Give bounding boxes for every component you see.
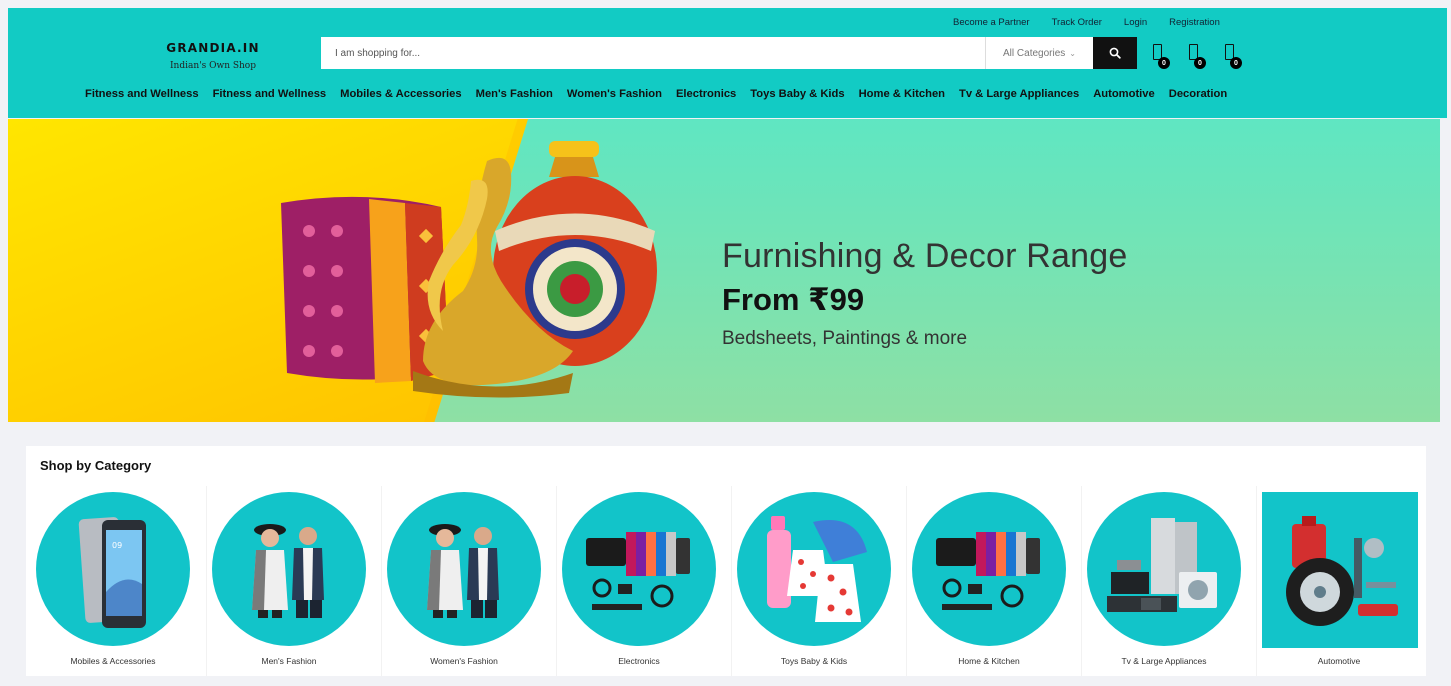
category-card-tv-large-appliances[interactable]: Tv & Large Appliances bbox=[1077, 492, 1247, 672]
top-links: Become a Partner Track Order Login Regis… bbox=[953, 17, 1220, 28]
category-label: Men's Fashion bbox=[261, 656, 317, 666]
banner-price: From ₹99 bbox=[722, 282, 865, 317]
category-label: Tv & Large Appliances bbox=[1121, 656, 1207, 666]
nav-decoration[interactable]: Decoration bbox=[1169, 88, 1227, 100]
login-link[interactable]: Login bbox=[1124, 17, 1147, 28]
logo-title: GRANDIA.IN bbox=[166, 41, 260, 55]
track-order-link[interactable]: Track Order bbox=[1052, 17, 1102, 28]
chevron-down-icon: ⌄ bbox=[1069, 48, 1076, 58]
promo-banner[interactable]: Furnishing & Decor Range From ₹99 Bedshe… bbox=[8, 119, 1440, 422]
category-label: Electronics bbox=[618, 656, 660, 666]
category-select-value: All Categories bbox=[1003, 47, 1066, 59]
nav-tv-large-appliances[interactable]: Tv & Large Appliances bbox=[959, 88, 1079, 100]
electronics-icon bbox=[562, 492, 716, 646]
category-card-automotive[interactable]: Automotive bbox=[1252, 492, 1422, 672]
shop-by-category-section: Shop by Category 09 Mobiles & Accessorie… bbox=[26, 446, 1426, 676]
category-card-electronics[interactable]: Electronics bbox=[552, 492, 722, 672]
appliances-icon bbox=[1087, 492, 1241, 646]
category-card-womens-fashion[interactable]: Women's Fashion bbox=[377, 492, 547, 672]
cart-button[interactable]: 0 bbox=[1220, 44, 1250, 76]
nav-mens-fashion[interactable]: Men's Fashion bbox=[476, 88, 553, 100]
decor-products-image bbox=[281, 141, 657, 398]
nav-electronics[interactable]: Electronics bbox=[676, 88, 736, 100]
electronics-icon bbox=[912, 492, 1066, 646]
registration-link[interactable]: Registration bbox=[1169, 17, 1220, 28]
category-card-home-kitchen[interactable]: Home & Kitchen bbox=[902, 492, 1072, 672]
fashion-couple-icon bbox=[212, 492, 366, 646]
compare-button[interactable]: 0 bbox=[1148, 44, 1178, 76]
banner-text: Furnishing & Decor Range From ₹99 Bedshe… bbox=[722, 237, 1127, 350]
category-card-mobiles[interactable]: 09 Mobiles & Accessories bbox=[26, 492, 196, 672]
category-label: Mobiles & Accessories bbox=[70, 656, 156, 666]
compare-count-badge: 0 bbox=[1158, 57, 1170, 69]
category-label: Automotive bbox=[1317, 656, 1361, 666]
search-icon bbox=[1109, 47, 1121, 59]
cart-count-badge: 0 bbox=[1230, 57, 1242, 69]
search-button[interactable] bbox=[1093, 37, 1137, 69]
site-header: GRANDIA.IN Indian's Own Shop Become a Pa… bbox=[8, 8, 1447, 118]
nav-fitness-wellness-2[interactable]: Fitness and Wellness bbox=[213, 88, 327, 100]
tire-icon bbox=[1262, 492, 1418, 648]
svg-text:09: 09 bbox=[112, 541, 122, 550]
nav-automotive[interactable]: Automotive bbox=[1093, 88, 1155, 100]
wishlist-count-badge: 0 bbox=[1194, 57, 1206, 69]
smartphone-icon: 09 bbox=[36, 492, 190, 646]
category-nav: Fitness and Wellness Fitness and Wellnes… bbox=[85, 88, 1227, 100]
category-label: Women's Fashion bbox=[430, 656, 498, 666]
site-logo[interactable]: GRANDIA.IN Indian's Own Shop bbox=[158, 41, 268, 71]
section-title: Shop by Category bbox=[40, 458, 152, 473]
category-card-mens-fashion[interactable]: Men's Fashion bbox=[202, 492, 372, 672]
nav-toys-baby-kids[interactable]: Toys Baby & Kids bbox=[750, 88, 844, 100]
nav-mobiles-accessories[interactable]: Mobiles & Accessories bbox=[340, 88, 461, 100]
wishlist-button[interactable]: 0 bbox=[1184, 44, 1214, 76]
nav-womens-fashion[interactable]: Women's Fashion bbox=[567, 88, 662, 100]
baby-products-icon bbox=[737, 492, 891, 646]
category-label: Home & Kitchen bbox=[958, 656, 1020, 666]
nav-fitness-wellness[interactable]: Fitness and Wellness bbox=[85, 88, 199, 100]
fashion-couple-icon bbox=[387, 492, 541, 646]
search-input[interactable] bbox=[321, 37, 985, 69]
become-partner-link[interactable]: Become a Partner bbox=[953, 17, 1030, 28]
nav-home-kitchen[interactable]: Home & Kitchen bbox=[859, 88, 945, 100]
category-label: Toys Baby & Kids bbox=[780, 656, 848, 666]
category-card-toys-baby-kids[interactable]: Toys Baby & Kids bbox=[727, 492, 897, 672]
banner-subtext: Bedsheets, Paintings & more bbox=[722, 328, 968, 349]
search-bar: All Categories ⌄ bbox=[321, 37, 1137, 69]
banner-headline: Furnishing & Decor Range bbox=[722, 237, 1128, 275]
category-select[interactable]: All Categories ⌄ bbox=[985, 37, 1093, 69]
logo-tagline: Indian's Own Shop bbox=[170, 61, 256, 71]
